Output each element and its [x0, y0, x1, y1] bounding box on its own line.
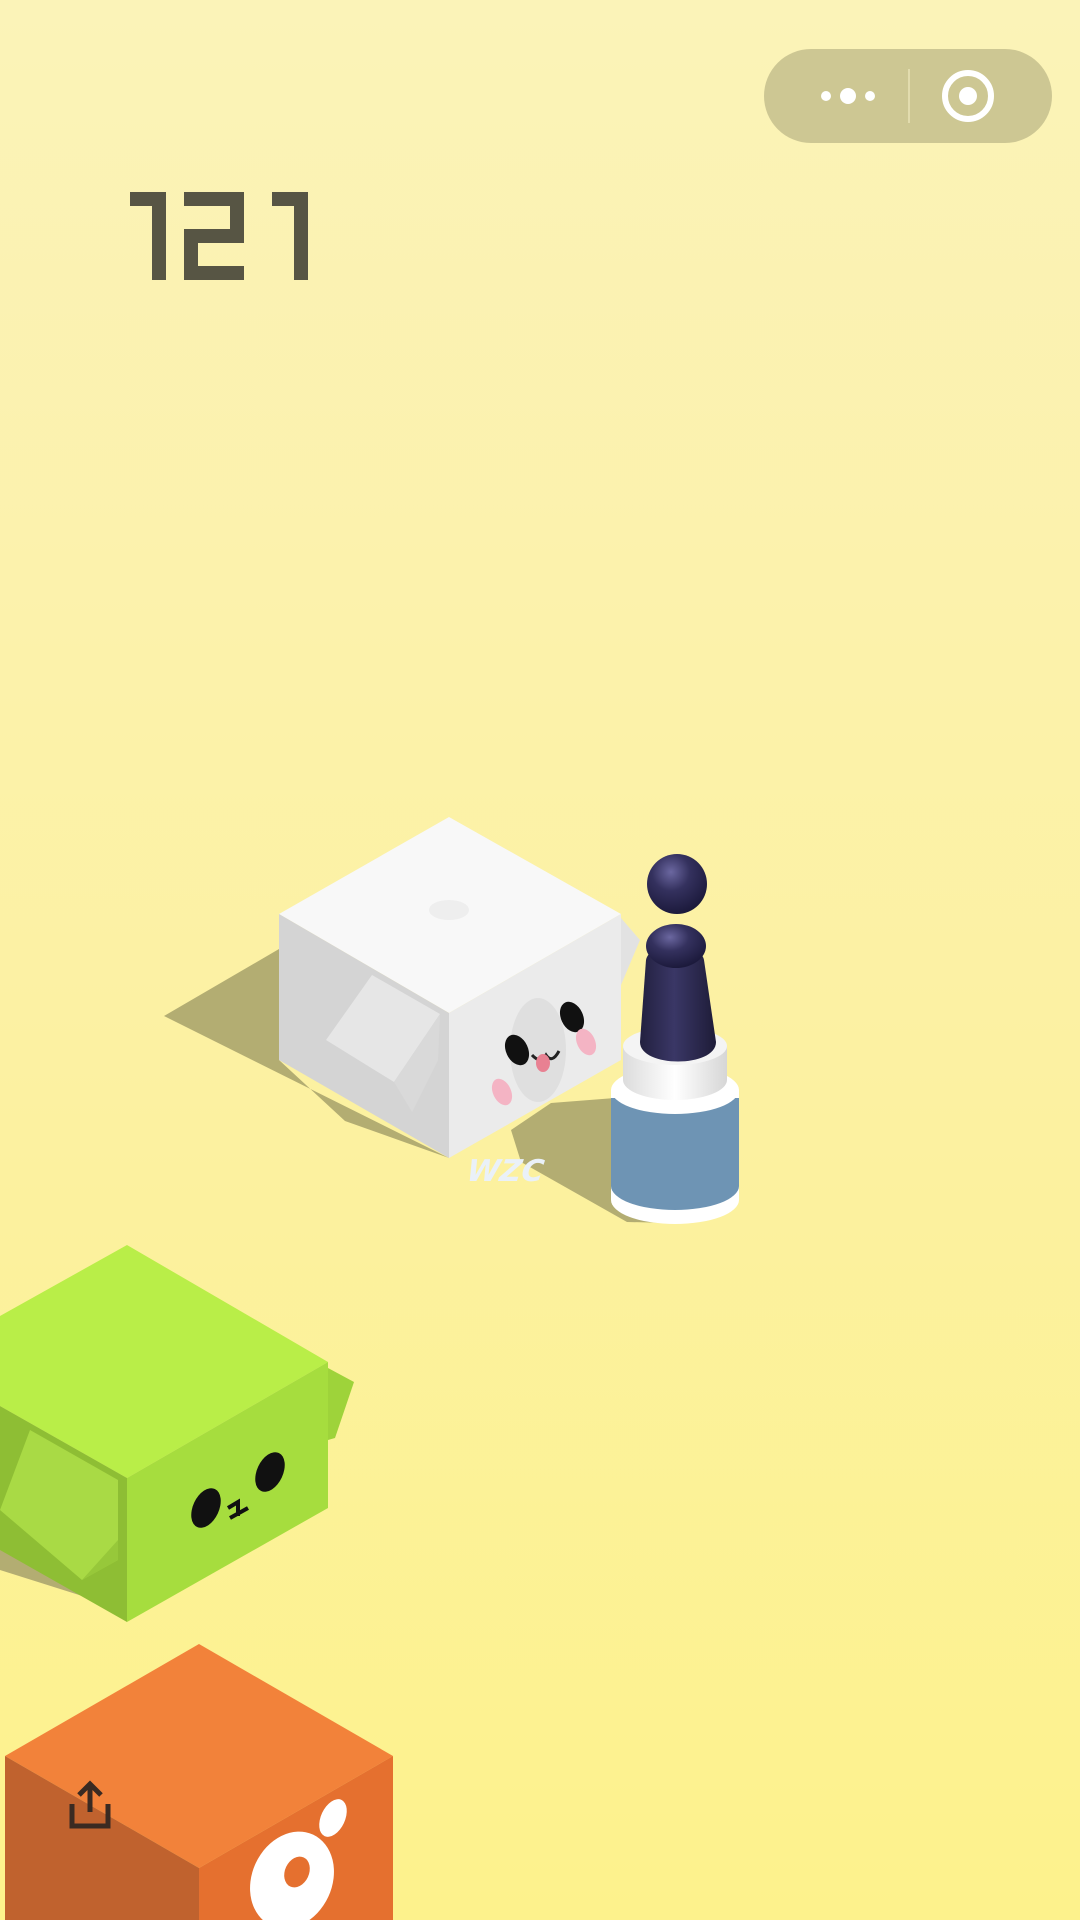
share-button[interactable] [62, 1778, 118, 1834]
player-base-band [611, 1098, 739, 1210]
white-box-top-mark [429, 900, 469, 920]
green-smiley-box [0, 1245, 354, 1622]
player-neck [646, 924, 706, 968]
share-icon [69, 1780, 111, 1829]
game-scene[interactable]: WZC [0, 0, 1080, 1920]
white-box-ear [621, 918, 640, 985]
green-box-ear [328, 1368, 354, 1440]
white-box-tongue [536, 1054, 550, 1072]
player-label: WZC [464, 1154, 546, 1189]
player-head [647, 854, 707, 914]
